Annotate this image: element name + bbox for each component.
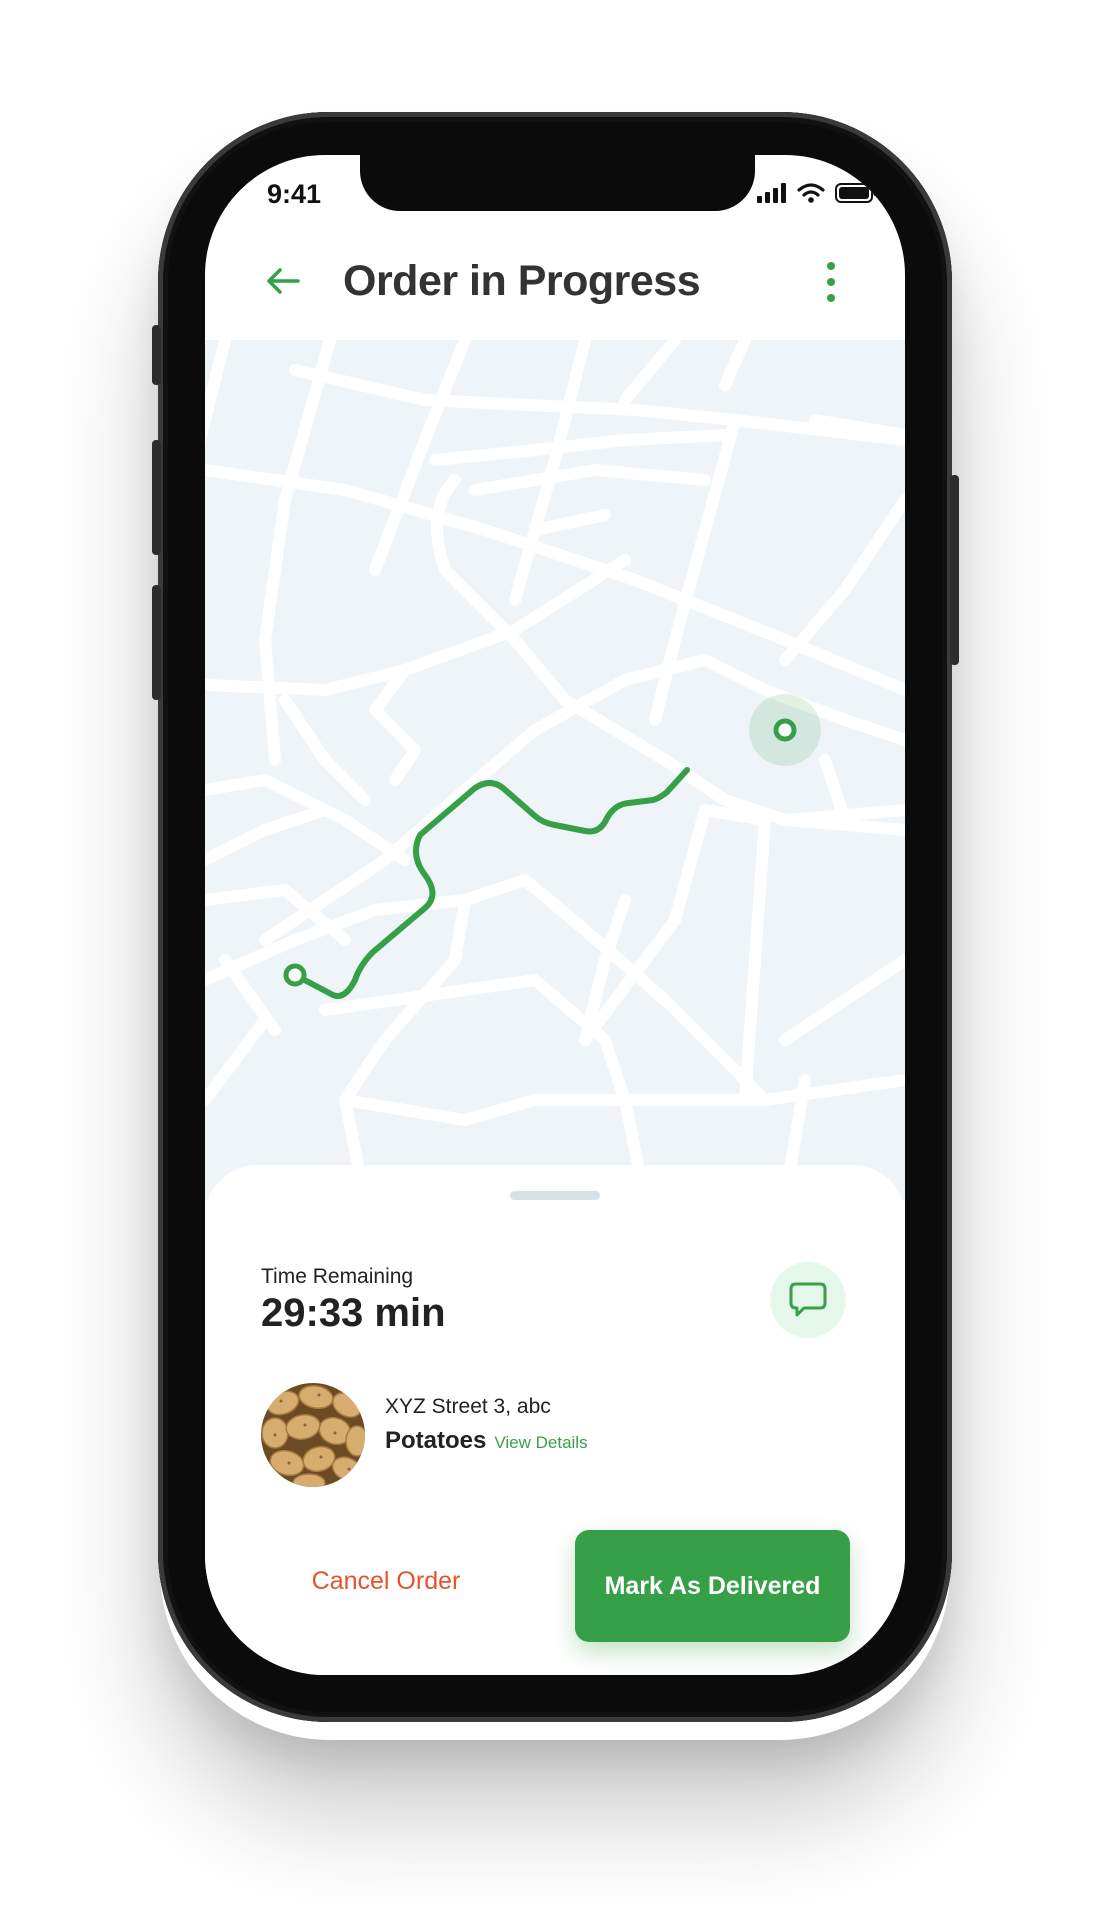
notch [360,155,755,211]
more-vertical-icon [827,262,835,302]
time-remaining-value: 29:33 min [261,1291,446,1335]
delivery-address: XYZ Street 3, abc [385,1395,551,1418]
mute-switch [152,325,161,385]
route-start-marker[interactable] [283,963,307,987]
product-image [261,1383,365,1487]
volume-down-button [152,585,161,700]
route-destination-marker[interactable] [773,718,797,742]
cancel-order-button[interactable]: Cancel Order [261,1551,511,1611]
more-options-button[interactable] [821,257,841,307]
map[interactable] [205,334,905,1206]
screen: 9:41 Order in Progress Time Remaining 29… [205,155,905,1675]
back-button[interactable] [263,261,303,301]
time-remaining-label: Time Remaining [261,1265,414,1288]
page-title: Order in Progress [343,257,701,305]
wifi-icon [797,183,825,203]
view-details-link[interactable]: View Details [494,1433,587,1453]
map-streets [205,334,905,1206]
header: Order in Progress [205,235,905,335]
status-time: 9:41 [267,179,322,209]
signal-icon [757,183,786,203]
arrow-left-icon [267,268,300,294]
chat-button[interactable] [770,1262,846,1338]
volume-up-button [152,440,161,555]
chat-bubble-icon [789,1282,827,1317]
product-name: Potatoes [385,1427,487,1454]
product-line: Potatoes View Details [385,1427,588,1455]
battery-icon [835,183,877,203]
power-button [950,475,959,665]
mark-as-delivered-button[interactable]: Mark As Delivered [575,1530,850,1642]
order-sheet: Time Remaining 29:33 min XYZ Street 3, a… [205,1165,905,1675]
sheet-drag-handle[interactable] [510,1191,600,1200]
status-icons [757,183,877,203]
